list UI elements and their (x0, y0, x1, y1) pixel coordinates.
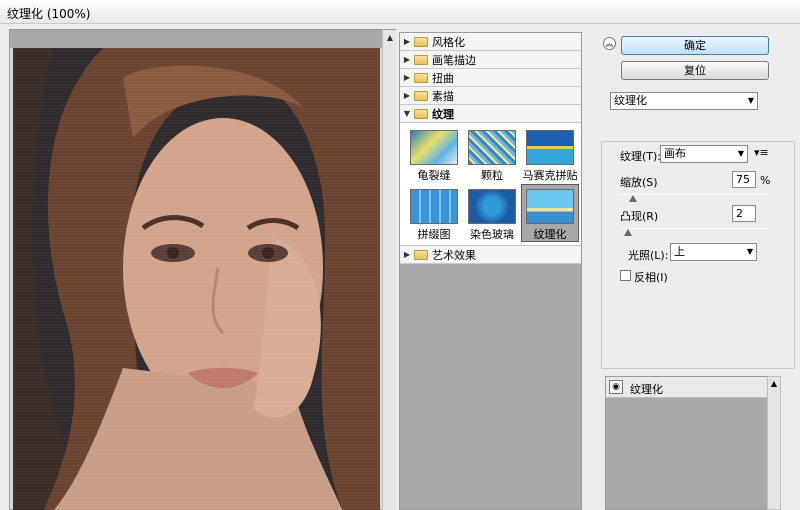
relief-label: 凸现(R) (620, 210, 659, 223)
reset-button[interactable]: 复位 (621, 61, 769, 80)
effect-layers-scrollbar[interactable]: ▲ (767, 376, 781, 510)
thumbnail-label: 颗粒 (481, 169, 503, 182)
scaling-unit: % (760, 174, 771, 187)
category-label: 艺术效果 (432, 248, 476, 262)
filter-category-list: ▶ 风格化 ▶ 画笔描边 ▶ 扭曲 ▶ 素描 ▼ 纹理 龟裂缝 颗粒 马赛克拼贴… (399, 32, 582, 510)
folder-icon (414, 90, 428, 101)
folder-icon (414, 249, 428, 260)
window-title: 纹理化 (100%) (7, 7, 91, 21)
category-label: 纹理 (432, 107, 454, 121)
preview-background (10, 30, 382, 48)
thumbnail-image (526, 189, 574, 224)
category-stylize[interactable]: ▶ 风格化 (400, 33, 581, 51)
chevron-down-icon: ▼ (747, 96, 754, 105)
collapse-arrow-icon[interactable]: ▼ (400, 109, 414, 118)
open-folder-icon (414, 108, 428, 119)
filter-select[interactable]: 纹理化 ▼ (610, 92, 758, 110)
relief-slider[interactable] (620, 228, 768, 229)
expand-arrow-icon[interactable]: ▶ (400, 55, 414, 64)
preview-pane[interactable]: ▲ (9, 29, 396, 510)
category-texture[interactable]: ▼ 纹理 (400, 105, 581, 123)
relief-input[interactable]: 2 (732, 205, 756, 222)
category-artistic[interactable]: ▶ 艺术效果 (400, 246, 581, 264)
effect-layers-panel: ◉ 纹理化 (605, 376, 775, 510)
filter-gallery-window: 纹理化 (100%) ▲ ▶ 风格化 ▶ 画笔描边 ▶ 扭曲 ▶ 素描 ▼ 纹理… (0, 0, 800, 510)
texture-thumbnails: 龟裂缝 颗粒 马赛克拼贴 拼缀图 染色玻璃 纹理化 (400, 123, 581, 246)
expand-arrow-icon[interactable]: ▶ (400, 91, 414, 100)
thumbnail-label: 马赛克拼贴 (522, 169, 578, 182)
eye-icon[interactable]: ◉ (609, 380, 623, 394)
thumbnail-image (410, 189, 458, 224)
scaling-label: 缩放(S) (620, 176, 658, 189)
scaling-input[interactable]: 75 (732, 171, 756, 188)
light-label: 光照(L): (628, 249, 669, 262)
invert-label: 反相(I) (634, 271, 668, 284)
texture-select[interactable]: 画布 ▼ (660, 145, 748, 163)
category-label: 画笔描边 (432, 53, 476, 67)
title-bar: 纹理化 (100%) (0, 0, 800, 24)
expand-arrow-icon[interactable]: ▶ (400, 250, 414, 259)
effect-layer-row[interactable]: ◉ 纹理化 (606, 377, 774, 398)
texturizer-settings: 纹理(T): 画布 ▼ ▾≡ 缩放(S) 75 % 凸现(R) 2 光照(L):… (601, 141, 795, 369)
invert-checkbox[interactable] (620, 270, 631, 281)
thumbnail-label: 纹理化 (533, 228, 567, 241)
thumbnail-label: 龟裂缝 (417, 169, 451, 182)
category-distort[interactable]: ▶ 扭曲 (400, 69, 581, 87)
dialog-client: ▲ ▶ 风格化 ▶ 画笔描边 ▶ 扭曲 ▶ 素描 ▼ 纹理 龟裂缝 颗粒 马赛克… (1, 24, 799, 510)
chevron-down-icon: ▼ (746, 247, 753, 256)
scaling-slider[interactable] (620, 194, 768, 195)
scroll-up-icon[interactable]: ▲ (768, 379, 780, 388)
panel-menu-icon[interactable]: ▾≡ (754, 146, 769, 159)
thumbnail-craquelure[interactable]: 龟裂缝 (405, 126, 463, 184)
double-chevron-up-icon[interactable]: ︽ (603, 37, 616, 50)
thumbnail-image (468, 130, 516, 165)
thumbnail-label: 拼缀图 (417, 228, 451, 241)
category-label: 风格化 (432, 35, 465, 49)
thumbnail-mosaic-tiles[interactable]: 马赛克拼贴 (521, 126, 579, 184)
portrait-illustration (13, 48, 380, 510)
settings-panel: ︽ 确定 复位 纹理化 ▼ 纹理(T): 画布 ▼ ▾≡ 缩放(S) 75 % … (597, 32, 799, 510)
category-brush-strokes[interactable]: ▶ 画笔描边 (400, 51, 581, 69)
ok-button[interactable]: 确定 (621, 36, 769, 55)
folder-icon (414, 72, 428, 83)
thumbnail-image (410, 130, 458, 165)
preview-scrollbar[interactable]: ▲ (382, 30, 396, 510)
folder-icon (414, 36, 428, 47)
category-sketch[interactable]: ▶ 素描 (400, 87, 581, 105)
thumbnail-stained-glass[interactable]: 染色玻璃 (463, 185, 521, 243)
effect-layer-label: 纹理化 (630, 383, 663, 396)
light-select-value: 上 (674, 245, 685, 258)
category-label: 扭曲 (432, 71, 454, 85)
light-select[interactable]: 上 ▼ (670, 243, 757, 261)
thumbnail-image (468, 189, 516, 224)
folder-icon (414, 54, 428, 65)
thumbnail-image (526, 130, 574, 165)
thumbnail-texturizer[interactable]: 纹理化 (521, 184, 579, 242)
scroll-up-icon[interactable]: ▲ (384, 32, 396, 44)
expand-arrow-icon[interactable]: ▶ (400, 37, 414, 46)
preview-image[interactable] (13, 48, 380, 510)
texture-select-value: 画布 (664, 147, 686, 160)
category-label: 素描 (432, 89, 454, 103)
relief-slider-knob[interactable] (624, 229, 632, 236)
chevron-down-icon: ▼ (737, 149, 744, 158)
thumbnail-label: 染色玻璃 (470, 228, 514, 241)
texture-label: 纹理(T): (620, 150, 662, 163)
thumbnail-patchwork[interactable]: 拼缀图 (405, 185, 463, 243)
thumbnail-grain[interactable]: 颗粒 (463, 126, 521, 184)
expand-arrow-icon[interactable]: ▶ (400, 73, 414, 82)
filter-select-value: 纹理化 (614, 94, 647, 107)
scaling-slider-knob[interactable] (629, 195, 637, 202)
